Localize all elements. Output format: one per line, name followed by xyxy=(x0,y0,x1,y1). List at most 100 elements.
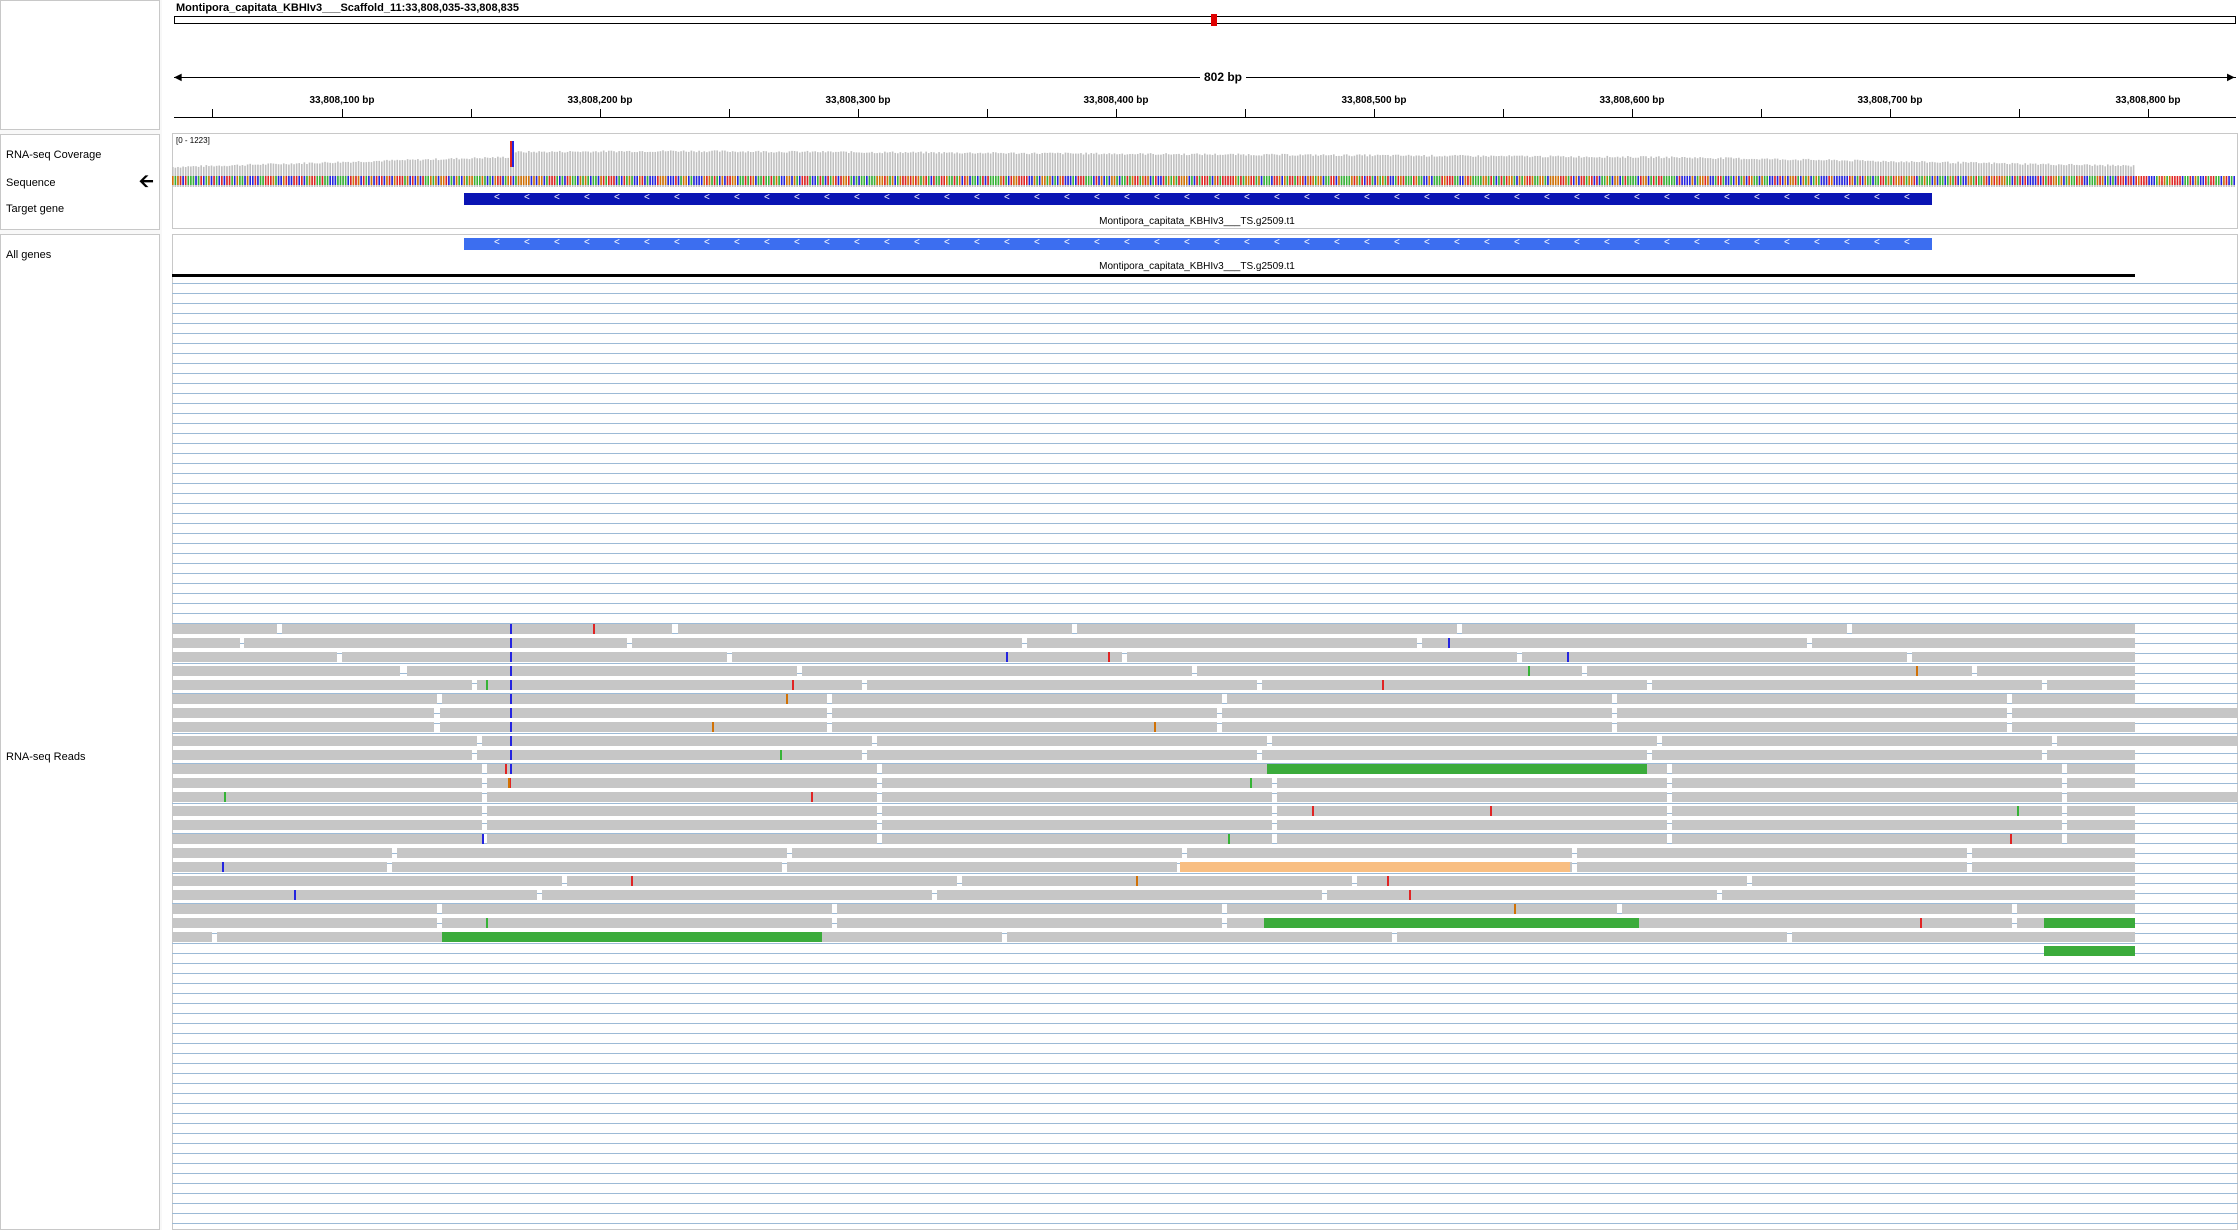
region-of-interest-marker[interactable] xyxy=(1211,14,1217,26)
aligned-read[interactable] xyxy=(172,876,562,886)
aligned-read[interactable] xyxy=(342,652,727,662)
aligned-read[interactable] xyxy=(172,904,437,914)
coverage-plot[interactable] xyxy=(172,133,2238,229)
aligned-read[interactable] xyxy=(542,890,932,900)
aligned-read[interactable] xyxy=(837,904,1222,914)
aligned-read[interactable] xyxy=(1397,932,1787,942)
aligned-read[interactable] xyxy=(1127,652,1517,662)
aligned-read[interactable] xyxy=(1652,750,2042,760)
aligned-read[interactable] xyxy=(2017,904,2135,914)
aligned-read[interactable] xyxy=(2012,708,2238,718)
aligned-read[interactable] xyxy=(867,680,1257,690)
aligned-read[interactable] xyxy=(882,806,1272,816)
aligned-read[interactable] xyxy=(1007,932,1392,942)
target-gene-feature[interactable]: < < < < < < < < < < < < < < < < < < < < < < < < < < < < < < < < < < < < < < < <… xyxy=(464,192,1932,205)
aligned-read[interactable] xyxy=(877,736,1267,746)
aligned-read[interactable] xyxy=(1187,848,1572,858)
aligned-read[interactable] xyxy=(172,932,212,942)
aligned-read[interactable] xyxy=(172,792,482,802)
aligned-read[interactable] xyxy=(1077,624,1457,634)
aligned-read[interactable] xyxy=(1622,918,2012,928)
aligned-read[interactable] xyxy=(832,694,1222,704)
all-genes-track-name[interactable]: All genes xyxy=(6,249,51,261)
aligned-read[interactable] xyxy=(2012,722,2135,732)
aligned-read[interactable] xyxy=(1197,666,1582,676)
aligned-read[interactable] xyxy=(172,890,537,900)
aligned-read[interactable] xyxy=(1222,722,1612,732)
aligned-read[interactable] xyxy=(632,638,1022,648)
aligned-read[interactable] xyxy=(244,638,627,648)
aligned-read[interactable] xyxy=(172,820,482,830)
aligned-read[interactable] xyxy=(1422,638,1807,648)
aligned-read[interactable] xyxy=(1662,736,2052,746)
aligned-read[interactable] xyxy=(392,862,782,872)
aligned-read[interactable] xyxy=(172,694,437,704)
aligned-read[interactable] xyxy=(1587,666,1972,676)
aligned-read[interactable] xyxy=(487,764,877,774)
aligned-read[interactable] xyxy=(882,834,1272,844)
aligned-read[interactable] xyxy=(172,652,337,662)
aligned-read[interactable] xyxy=(937,890,1322,900)
aligned-read[interactable] xyxy=(172,750,472,760)
aligned-read[interactable] xyxy=(172,708,434,718)
chromosome-ideogram[interactable] xyxy=(174,16,2236,24)
aligned-read[interactable] xyxy=(440,722,827,732)
aligned-read[interactable] xyxy=(1577,862,1967,872)
aligned-read[interactable] xyxy=(1277,778,1667,788)
aligned-read[interactable] xyxy=(1722,890,2135,900)
aligned-read[interactable] xyxy=(867,750,1257,760)
aligned-read[interactable] xyxy=(1617,722,2007,732)
aligned-read[interactable] xyxy=(1222,708,1612,718)
aligned-read[interactable] xyxy=(882,764,1272,774)
aligned-read[interactable] xyxy=(442,694,827,704)
aligned-read[interactable] xyxy=(2067,806,2135,816)
aligned-read[interactable] xyxy=(1027,638,1417,648)
aligned-read[interactable] xyxy=(1227,694,1612,704)
split-read-junction[interactable] xyxy=(1264,918,1639,928)
coverage-track-name[interactable]: RNA-seq Coverage xyxy=(6,149,101,161)
aligned-read[interactable] xyxy=(172,764,482,774)
aligned-read[interactable] xyxy=(882,792,1272,802)
aligned-read[interactable] xyxy=(1277,834,1667,844)
aligned-read[interactable] xyxy=(1672,792,2062,802)
reads-track-name[interactable]: RNA-seq Reads xyxy=(6,751,85,763)
aligned-read[interactable] xyxy=(487,792,877,802)
aligned-read[interactable] xyxy=(1672,820,2062,830)
aligned-read[interactable] xyxy=(1227,904,1617,914)
aligned-read[interactable] xyxy=(882,778,1272,788)
aligned-read[interactable] xyxy=(407,666,797,676)
aligned-read[interactable] xyxy=(1972,848,2135,858)
aligned-read[interactable] xyxy=(1652,680,2042,690)
aligned-read[interactable] xyxy=(2047,750,2135,760)
aligned-read[interactable] xyxy=(1812,638,2135,648)
aligned-read[interactable] xyxy=(792,848,1182,858)
aligned-read[interactable] xyxy=(1912,652,2135,662)
aligned-read[interactable] xyxy=(1972,862,2135,872)
aligned-read[interactable] xyxy=(172,834,482,844)
aligned-read[interactable] xyxy=(2067,834,2135,844)
aligned-read[interactable] xyxy=(787,862,1177,872)
aligned-read[interactable] xyxy=(832,722,1217,732)
aligned-read[interactable] xyxy=(1617,694,2007,704)
split-read-junction[interactable] xyxy=(2044,918,2135,928)
aligned-read[interactable] xyxy=(1462,624,1847,634)
aligned-read[interactable] xyxy=(172,806,482,816)
aligned-read[interactable] xyxy=(172,736,477,746)
split-read-junction[interactable] xyxy=(1180,862,1570,872)
aligned-read[interactable] xyxy=(1262,750,1647,760)
aligned-read[interactable] xyxy=(442,918,832,928)
aligned-read[interactable] xyxy=(1327,890,1717,900)
aligned-read[interactable] xyxy=(172,638,240,648)
aligned-read[interactable] xyxy=(1617,708,2007,718)
aligned-read[interactable] xyxy=(172,918,437,928)
aligned-read[interactable] xyxy=(1577,848,1967,858)
aligned-read[interactable] xyxy=(1357,876,1747,886)
aligned-read[interactable] xyxy=(1672,778,2062,788)
aligned-read[interactable] xyxy=(802,666,1192,676)
aligned-read[interactable] xyxy=(1672,764,2062,774)
aligned-read[interactable] xyxy=(1977,666,2135,676)
aligned-read[interactable] xyxy=(172,624,277,634)
target-gene-track-name[interactable]: Target gene xyxy=(6,203,64,215)
split-read-junction[interactable] xyxy=(1267,764,1647,774)
sequence-track-name[interactable]: Sequence xyxy=(6,177,56,189)
